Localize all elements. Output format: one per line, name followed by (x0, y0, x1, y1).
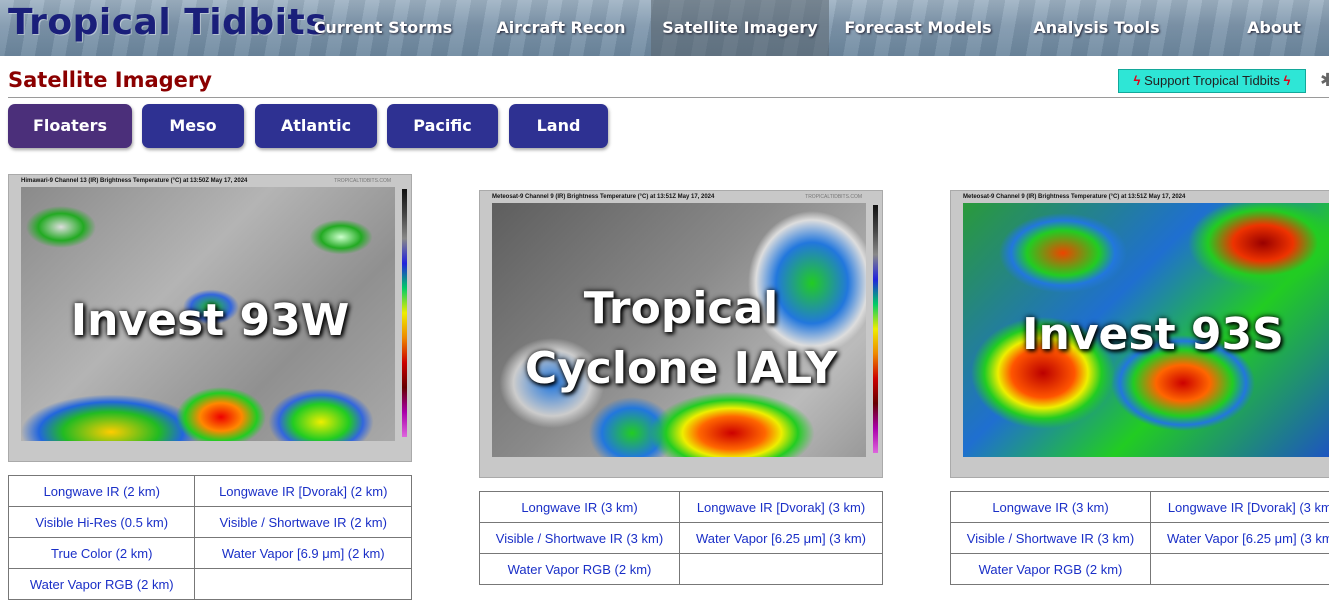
tab-meso[interactable]: Meso (142, 104, 244, 148)
site-header: Tropical Tidbits Current Storms Aircraft… (0, 0, 1329, 56)
link-visible-shortwave-ir[interactable]: Visible / Shortwave IR (3 km) (479, 522, 680, 554)
lightning-icon: ϟ (1283, 73, 1291, 88)
link-water-vapor[interactable]: Water Vapor [6.25 μm] (3 km) (678, 522, 884, 554)
nav-forecast-models[interactable]: Forecast Models (838, 0, 998, 56)
tab-atlantic[interactable]: Atlantic (255, 104, 377, 148)
lightning-icon: ϟ (1133, 73, 1141, 88)
link-visible-shortwave-ir[interactable]: Visible / Shortwave IR (3 km) (950, 522, 1151, 554)
product-links-tropical-cyclone-ialy: Longwave IR (3 km) Longwave IR [Dvorak] (… (479, 491, 884, 585)
link-visible-shortwave-ir[interactable]: Visible / Shortwave IR (2 km) (194, 506, 412, 538)
link-longwave-ir-dvorak[interactable]: Longwave IR [Dvorak] (2 km) (194, 475, 412, 507)
storm-name-label: Invest 93S (1022, 309, 1284, 360)
empty-cell (194, 568, 412, 600)
link-water-vapor[interactable]: Water Vapor [6.9 μm] (2 km) (194, 537, 412, 569)
satellite-image-invest-93s[interactable]: Meteosat-9 Channel 9 (IR) Brightness Tem… (950, 190, 1329, 478)
product-links-invest-93s-viewport: Longwave IR (3 km) Longwave IR [Dvorak] (… (950, 491, 1329, 591)
nav-satellite-imagery[interactable]: Satellite Imagery (651, 0, 829, 56)
image-watermark: TROPICALTIDBITS.COM (805, 194, 862, 200)
link-true-color[interactable]: True Color (2 km) (7, 537, 196, 569)
link-water-vapor[interactable]: Water Vapor [6.25 μm] (3 km) (1149, 522, 1329, 554)
tab-land[interactable]: Land (509, 104, 608, 148)
nav-about[interactable]: About (1236, 0, 1312, 56)
tab-floaters[interactable]: Floaters (8, 104, 132, 148)
image-watermark: TROPICALTIDBITS.COM (334, 178, 391, 184)
settings-icon[interactable]: ✱ (1320, 70, 1329, 91)
link-longwave-ir[interactable]: Longwave IR (3 km) (479, 491, 680, 523)
satellite-image-tropical-cyclone-ialy[interactable]: Meteosat-9 Channel 9 (IR) Brightness Tem… (479, 190, 883, 478)
tab-pacific[interactable]: Pacific (387, 104, 498, 148)
empty-cell (1149, 553, 1329, 585)
storm-name-label: Invest 93W (70, 295, 350, 346)
image-caption: Himawari-9 Channel 13 (IR) Brightness Te… (21, 178, 248, 184)
product-links-invest-93s: Longwave IR (3 km) Longwave IR [Dvorak] (… (950, 491, 1329, 585)
image-caption: Meteosat-9 Channel 9 (IR) Brightness Tem… (492, 194, 715, 200)
support-label: Support Tropical Tidbits (1144, 73, 1280, 88)
support-button[interactable]: ϟ Support Tropical Tidbits ϟ (1118, 69, 1306, 93)
link-water-vapor-rgb[interactable]: Water Vapor RGB (2 km) (7, 568, 196, 600)
link-longwave-ir-dvorak[interactable]: Longwave IR [Dvorak] (3 km) (678, 491, 884, 523)
link-visible-hires[interactable]: Visible Hi-Res (0.5 km) (7, 506, 196, 538)
title-divider (8, 97, 1329, 98)
link-longwave-ir[interactable]: Longwave IR (3 km) (950, 491, 1151, 523)
storm-name-label: Tropical Cyclone IALY (524, 283, 838, 394)
nav-analysis-tools[interactable]: Analysis Tools (1024, 0, 1169, 56)
page-title: Satellite Imagery (8, 68, 212, 92)
nav-aircraft-recon[interactable]: Aircraft Recon (486, 0, 636, 56)
site-logo[interactable]: Tropical Tidbits (8, 2, 327, 43)
link-water-vapor-rgb[interactable]: Water Vapor RGB (2 km) (950, 553, 1151, 585)
link-longwave-ir[interactable]: Longwave IR (2 km) (7, 475, 196, 507)
link-longwave-ir-dvorak[interactable]: Longwave IR [Dvorak] (3 km) (1149, 491, 1329, 523)
image-caption: Meteosat-9 Channel 9 (IR) Brightness Tem… (963, 194, 1186, 200)
product-links-invest-93w: Longwave IR (2 km) Longwave IR [Dvorak] (… (7, 475, 412, 600)
empty-cell (678, 553, 884, 585)
satellite-image-invest-93w[interactable]: Himawari-9 Channel 13 (IR) Brightness Te… (8, 174, 412, 462)
nav-current-storms[interactable]: Current Storms (312, 0, 454, 56)
link-water-vapor-rgb[interactable]: Water Vapor RGB (2 km) (479, 553, 680, 585)
